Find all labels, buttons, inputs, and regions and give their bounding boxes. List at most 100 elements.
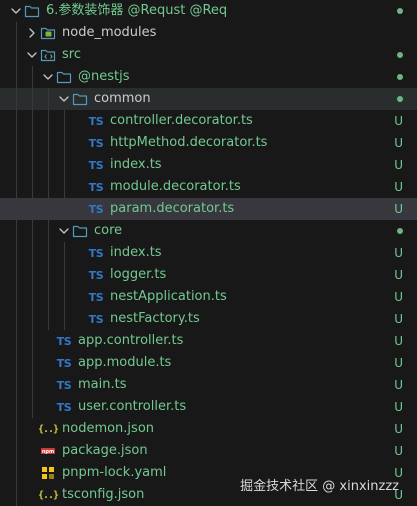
git-status-badge: U: [394, 114, 403, 128]
tree-row-label: index.ts: [110, 245, 162, 260]
tree-row-core[interactable]: core: [0, 220, 417, 242]
indent-guide: [32, 176, 33, 198]
git-status-badge: U: [394, 356, 403, 370]
indent-guide: [32, 220, 33, 242]
tree-row-src[interactable]: src: [0, 44, 417, 66]
tree-row-label: package.json: [62, 443, 148, 458]
indent-guide: [16, 484, 17, 506]
indent-guide: [16, 286, 17, 308]
folder-node-icon: [40, 25, 56, 41]
chevron-down-icon[interactable]: [56, 223, 72, 239]
tree-row-httpMethod_decorator[interactable]: TS httpMethod.decorator.ts U: [0, 132, 417, 154]
tree-row-main[interactable]: TS main.ts U: [0, 374, 417, 396]
chevron-right-icon[interactable]: [24, 25, 40, 41]
tree-row-core_index[interactable]: TS index.ts U: [0, 242, 417, 264]
indent-guide: [16, 22, 17, 44]
folder-icon: [72, 223, 88, 239]
tree-row-label: nodemon.json: [62, 421, 155, 436]
typescript-icon: TS: [88, 245, 104, 261]
tree-row-label: controller.decorator.ts: [110, 113, 253, 128]
indent-guide: [32, 154, 33, 176]
indent-guide: [64, 264, 65, 286]
indent-guide: [16, 66, 17, 88]
indent-guide: [32, 396, 33, 418]
indent-guide: [48, 154, 49, 176]
ts-text: TS: [88, 136, 104, 150]
tree-row-package[interactable]: npm package.json U: [0, 440, 417, 462]
indent-guide: [32, 88, 33, 110]
typescript-icon: TS: [56, 377, 72, 393]
git-status-badge: U: [394, 422, 403, 436]
indent-guide: [16, 242, 17, 264]
tree-row-root[interactable]: 6.参数装饰器 @Requst @Req: [0, 0, 417, 22]
typescript-icon: TS: [56, 333, 72, 349]
indent-guide: [16, 110, 17, 132]
indent-guide: [16, 396, 17, 418]
indent-guide: [16, 374, 17, 396]
chevron-down-icon[interactable]: [8, 3, 24, 19]
chevron-down-icon[interactable]: [56, 91, 72, 107]
tree-row-common_index[interactable]: TS index.ts U: [0, 154, 417, 176]
tree-row-label: httpMethod.decorator.ts: [110, 135, 268, 150]
git-status-badge: U: [394, 400, 403, 414]
indent-guide: [16, 418, 17, 440]
indent-guide: [48, 132, 49, 154]
tree-row-nestApplication[interactable]: TS nestApplication.ts U: [0, 286, 417, 308]
tree-row-node_modules[interactable]: node_modules: [0, 22, 417, 44]
indent-guide: [32, 330, 33, 352]
svg-text:npm: npm: [42, 449, 54, 455]
indent-guide: [64, 308, 65, 330]
indent-guide: [32, 110, 33, 132]
indent-guide: [48, 220, 49, 242]
folder-icon: [56, 69, 72, 85]
indent-guide: [32, 132, 33, 154]
indent-guide: [64, 110, 65, 132]
tree-row-param_decorator[interactable]: TS param.decorator.ts U: [0, 198, 417, 220]
indent-guide: [32, 308, 33, 330]
watermark: 掘金技术社区 @ xinxinzzz: [240, 479, 399, 494]
git-status-badge: U: [394, 202, 403, 216]
tree-row-nestjs[interactable]: @nestjs: [0, 66, 417, 88]
indent-guide: [48, 308, 49, 330]
indent-guide: [48, 88, 49, 110]
indent-guide: [16, 176, 17, 198]
indent-guide: [48, 198, 49, 220]
typescript-icon: TS: [88, 113, 104, 129]
json-icon: {..}: [37, 489, 59, 501]
tree-row-nodemon[interactable]: {..} nodemon.json U: [0, 418, 417, 440]
tree-row-controller_decorator[interactable]: TS controller.decorator.ts U: [0, 110, 417, 132]
indent-guide: [16, 308, 17, 330]
ts-text: TS: [88, 246, 104, 260]
chevron-down-icon[interactable]: [40, 69, 56, 85]
tree-row-app_controller[interactable]: TS app.controller.ts U: [0, 330, 417, 352]
git-status-badge: U: [394, 268, 403, 282]
chevron-down-icon[interactable]: [24, 47, 40, 63]
tree-row-label: common: [94, 91, 151, 106]
git-status-dot: [397, 96, 403, 102]
git-status-badge: U: [394, 136, 403, 150]
typescript-icon: TS: [56, 355, 72, 371]
ts-text: TS: [88, 290, 104, 304]
typescript-icon: TS: [88, 311, 104, 327]
indent-guide: [16, 198, 17, 220]
indent-guide: [64, 242, 65, 264]
tree-row-nestFactory[interactable]: TS nestFactory.ts U: [0, 308, 417, 330]
indent-guide: [16, 264, 17, 286]
tree-row-app_module[interactable]: TS app.module.ts U: [0, 352, 417, 374]
tree-row-logger[interactable]: TS logger.ts U: [0, 264, 417, 286]
indent-guide: [64, 198, 65, 220]
git-status-dot: [397, 52, 403, 58]
tree-row-user_controller[interactable]: TS user.controller.ts U: [0, 396, 417, 418]
git-status-dot: [397, 228, 403, 234]
tree-row-module_decorator[interactable]: TS module.decorator.ts U: [0, 176, 417, 198]
git-status-badge: U: [394, 312, 403, 326]
tree-row-common[interactable]: common: [0, 88, 417, 110]
tree-row-label: user.controller.ts: [78, 399, 187, 414]
tree-row-label: app.controller.ts: [78, 333, 184, 348]
